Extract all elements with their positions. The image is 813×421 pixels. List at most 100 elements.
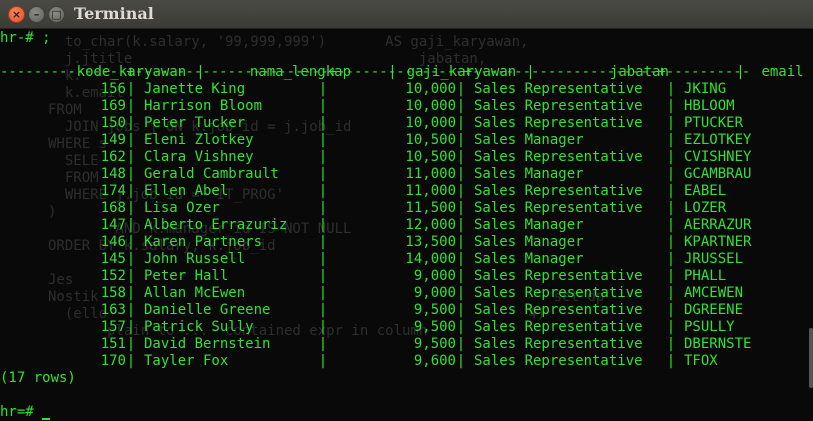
cell-jabatan: Sales Representative [474, 285, 643, 301]
table-row: 148| Gerald Cambrault | 11,000| Sales Manage… [0, 166, 813, 183]
cell-nama-lengkap: Peter Tucker [144, 115, 246, 131]
terminal-output: hr-# ; kode_karyawan | nama_lengkap | gaji_k… [0, 30, 813, 421]
cell-email: JRUSSEL [684, 251, 744, 267]
cell-kode-karyawan: 163 [100, 302, 126, 318]
cell-nama-lengkap: Lisa Ozer [144, 200, 220, 216]
table-row: 150| Peter Tucker | 10,000| Sales Representa… [0, 115, 813, 132]
cell-gaji-karyawan: 9,000 [413, 285, 456, 301]
cell-kode-karyawan: 145 [100, 251, 126, 267]
prompt-text: hr=# [0, 404, 43, 420]
cell-gaji-karyawan: 9,600 [413, 353, 456, 369]
cell-nama-lengkap: Eleni Zlotkey [144, 132, 254, 148]
cell-email: EABEL [684, 183, 727, 199]
cell-email: DGREENE [684, 302, 744, 318]
table-body: 156| Janette King | 10,000| Sales Representa… [0, 81, 813, 370]
cell-email: PSULLY [684, 319, 735, 335]
maximize-icon[interactable]: □ [48, 6, 65, 23]
cell-kode-karyawan: 149 [100, 132, 126, 148]
cell-nama-lengkap: Janette King [144, 81, 246, 97]
cell-gaji-karyawan: 10,000 [405, 98, 456, 114]
cell-gaji-karyawan: 14,000 [405, 251, 456, 267]
cell-kode-karyawan: 147 [100, 217, 126, 233]
cell-kode-karyawan: 151 [100, 336, 126, 352]
table-row: 157| Patrick Sully | 9,500| Sales Representa… [0, 319, 813, 336]
cell-gaji-karyawan: 11,000 [405, 183, 456, 199]
cell-kode-karyawan: 148 [100, 166, 126, 182]
table-row: 145| John Russell | 14,000| Sales Manager | JR… [0, 251, 813, 268]
cell-jabatan: Sales Representative [474, 268, 643, 284]
close-icon[interactable]: × [8, 6, 25, 23]
table-divider: ---------------+-----------------------+… [0, 64, 751, 80]
cell-jabatan: Sales Representative [474, 302, 643, 318]
cell-email: HBLOOM [684, 98, 735, 114]
cell-email: KPARTNER [684, 234, 752, 250]
table-row: 170| Tayler Fox | 9,600| Sales Representativ… [0, 353, 813, 370]
cell-gaji-karyawan: 10,000 [405, 115, 456, 131]
cell-nama-lengkap: Ellen Abel [144, 183, 229, 199]
cell-jabatan: Sales Representative [474, 183, 643, 199]
cell-email: GCAMBRAU [684, 166, 752, 182]
table-row: 162| Clara Vishney | 10,500| Sales Represent… [0, 149, 813, 166]
row-count: (17 rows) [0, 370, 76, 386]
cell-kode-karyawan: 170 [100, 353, 126, 369]
table-row: 168| Lisa Ozer | 11,500| Sales Representativ… [0, 200, 813, 217]
cell-kode-karyawan: 169 [100, 98, 126, 114]
cell-nama-lengkap: Patrick Sully [144, 319, 254, 335]
table-row: 146| Karen Partners | 13,500| Sales Manager |… [0, 234, 813, 251]
cell-jabatan: Sales Representative [474, 319, 643, 335]
cell-gaji-karyawan: 9,500 [413, 302, 456, 318]
cell-email: CVISHNEY [684, 149, 752, 165]
cell-email: AERRAZUR [684, 217, 752, 233]
cell-jabatan: Sales Representative [474, 353, 643, 369]
cell-gaji-karyawan: 10,500 [405, 132, 456, 148]
table-row: 152| Peter Hall | 9,000| Sales Representativ… [0, 268, 813, 285]
cell-email: DBERNSTE [684, 336, 752, 352]
table-row: 169| Harrison Bloom | 10,000| Sales Represen… [0, 98, 813, 115]
cell-nama-lengkap: Danielle Greene [144, 302, 271, 318]
terminal-window: × – □ Terminal to_char(k.salary, '99,999… [0, 0, 813, 421]
cell-nama-lengkap: Harrison Bloom [144, 98, 263, 114]
table-row: 151| David Bernstein | 9,500| Sales Represen… [0, 336, 813, 353]
cell-kode-karyawan: 156 [100, 81, 126, 97]
prompt-line: hr-# ; [0, 30, 51, 46]
cell-email: AMCEWEN [684, 285, 744, 301]
table-row: 149| Eleni Zlotkey | 10,500| Sales Manager | E… [0, 132, 813, 149]
title-bar[interactable]: × – □ Terminal [0, 0, 813, 29]
cell-gaji-karyawan: 12,000 [405, 217, 456, 233]
cell-nama-lengkap: Peter Hall [144, 268, 229, 284]
cell-email: PTUCKER [684, 115, 744, 131]
cell-jabatan: Sales Representative [474, 336, 643, 352]
table-row: 158| Allan McEwen | 9,000| Sales Representat… [0, 285, 813, 302]
cell-kode-karyawan: 158 [100, 285, 126, 301]
terminal-area[interactable]: to_char(k.salary, '99,999,999') AS gaji_… [0, 28, 813, 421]
cell-jabatan: Sales Manager [474, 251, 584, 267]
cell-nama-lengkap: John Russell [144, 251, 246, 267]
cell-kode-karyawan: 174 [100, 183, 126, 199]
table-row: 156| Janette King | 10,000| Sales Representa… [0, 81, 813, 98]
cell-kode-karyawan: 152 [100, 268, 126, 284]
cell-nama-lengkap: Tayler Fox [144, 353, 229, 369]
table-row: 174| Ellen Abel | 11,000| Sales Representati… [0, 183, 813, 200]
cell-jabatan: Sales Manager [474, 234, 584, 250]
cell-gaji-karyawan: 13,500 [405, 234, 456, 250]
cell-gaji-karyawan: 10,500 [405, 149, 456, 165]
cell-jabatan: Sales Manager [474, 132, 584, 148]
cell-gaji-karyawan: 11,000 [405, 166, 456, 182]
prompt-line-bottom[interactable]: hr=# [0, 404, 813, 421]
table-row: 163| Danielle Greene | 9,500| Sales Represen… [0, 302, 813, 319]
minimize-icon[interactable]: – [28, 6, 45, 23]
cell-gaji-karyawan: 9,500 [413, 336, 456, 352]
table-header: kode_karyawan | nama_lengkap | gaji_karyawan… [0, 47, 813, 80]
cell-jabatan: Sales Manager [474, 217, 584, 233]
cell-email: PHALL [684, 268, 727, 284]
cell-nama-lengkap: Clara Vishney [144, 149, 254, 165]
scrollbar[interactable] [809, 328, 813, 388]
cell-nama-lengkap: David Bernstein [144, 336, 271, 352]
cell-kode-karyawan: 168 [100, 200, 126, 216]
cell-gaji-karyawan: 10,000 [405, 81, 456, 97]
cell-email: TFOX [684, 353, 718, 369]
cell-gaji-karyawan: 9,500 [413, 319, 456, 335]
cell-gaji-karyawan: 11,500 [405, 200, 456, 216]
cell-jabatan: Sales Representative [474, 115, 643, 131]
cell-email: JKING [684, 81, 727, 97]
